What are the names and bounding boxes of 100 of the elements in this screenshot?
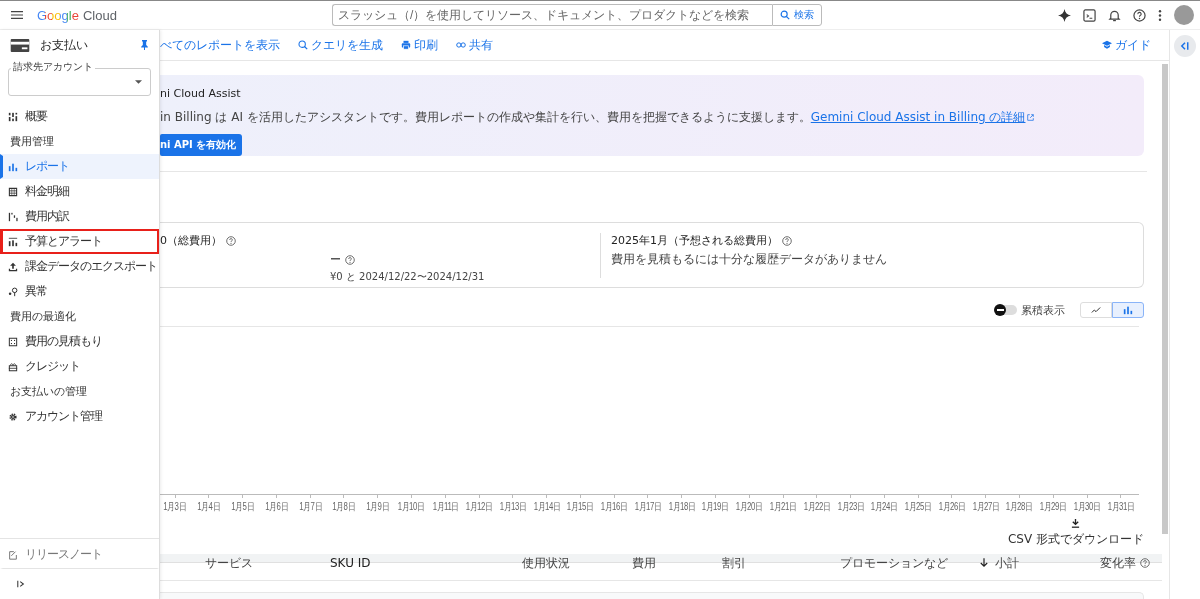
axis-label: 1月17日 — [634, 500, 662, 514]
help-icon[interactable] — [1133, 8, 1146, 22]
nav-item[interactable]: クレジット — [0, 354, 159, 379]
search-button[interactable]: 検索 — [771, 4, 822, 26]
nav-item[interactable]: アカウント管理 — [0, 404, 159, 429]
column-header[interactable]: 費用 — [632, 554, 656, 572]
billing-card-icon — [10, 38, 30, 52]
nav-item-icon — [8, 211, 18, 222]
nav-item[interactable]: 異常 — [0, 279, 159, 304]
column-header[interactable]: 小計 — [995, 554, 1019, 572]
account-label: 請求先アカウント — [11, 61, 95, 73]
release-notes-link[interactable]: リリースノート — [0, 539, 159, 569]
help-icon[interactable] — [226, 235, 236, 246]
axis-label: 1月27日 — [972, 500, 1000, 514]
banner-title: ni Cloud Assist — [160, 87, 241, 100]
enable-api-button[interactable]: ni API を有効化 — [160, 134, 243, 156]
help-icon[interactable] — [345, 254, 355, 265]
nav-item-icon — [8, 111, 18, 122]
menu-icon[interactable] — [11, 10, 23, 20]
cumulative-label: 累積表示 — [1021, 302, 1065, 318]
nav-item-icon — [8, 261, 18, 272]
axis-label: 1月8日 — [332, 500, 356, 514]
cumulative-toggle[interactable] — [995, 305, 1017, 315]
printer-icon — [401, 40, 411, 50]
toolbar-action[interactable]: クエリを生成 — [298, 36, 383, 54]
axis-label: 1月20日 — [735, 500, 763, 514]
axis-label: 1月10日 — [398, 500, 425, 514]
axis-label: 1月15日 — [567, 500, 594, 514]
banner-description: in Billing は AI を活用したアシスタントです。費用レポートの作成や集計を行い、費用を把握できるように支援します。 — [160, 109, 811, 126]
sidebar-title: お支払い — [40, 36, 88, 54]
chart-type-button[interactable] — [1112, 302, 1144, 318]
search-field[interactable]: スラッシュ（/）を使用してリソース、ドキュメント、プロダクトなどを検索 — [331, 4, 772, 26]
axis-label: 1月23日 — [837, 500, 864, 514]
column-header[interactable]: 使用状況 — [522, 554, 570, 572]
avatar[interactable] — [1174, 5, 1194, 25]
comparison-range: ¥0 と 2024/12/22〜2024/12/31 — [330, 270, 486, 284]
nav-item[interactable]: 予算とアラート — [0, 229, 159, 254]
guide-button[interactable]: ガイド — [1102, 36, 1151, 54]
column-header[interactable]: プロモーションなど — [840, 554, 948, 572]
bell-icon[interactable] — [1108, 8, 1121, 22]
pin-icon[interactable] — [140, 40, 149, 50]
download-icon — [1071, 519, 1081, 528]
nav-item-icon — [8, 361, 18, 372]
csv-download-button[interactable]: CSV 形式でダウンロード — [1007, 519, 1144, 548]
scrollbar[interactable] — [1162, 64, 1168, 534]
column-header[interactable]: 変化率 — [1100, 554, 1136, 572]
graduation-cap-icon — [1102, 40, 1112, 50]
toolbar-action[interactable]: 共有 — [456, 36, 493, 54]
column-header[interactable]: 割引 — [722, 554, 746, 572]
bar-chart-icon — [1123, 305, 1133, 315]
axis-label: 1月9日 — [366, 500, 390, 514]
nav-item[interactable]: 課金データのエクスポート — [0, 254, 159, 279]
link-icon — [456, 40, 466, 50]
axis-label: 1月13日 — [499, 500, 527, 514]
sort-arrow-icon[interactable] — [980, 558, 988, 568]
axis-label: 1月16日 — [600, 500, 628, 514]
axis-label: 1月3日 — [163, 500, 187, 514]
more-icon[interactable] — [1158, 8, 1162, 22]
axis-label: 1月30日 — [1073, 500, 1101, 514]
axis-label: 1月24日 — [871, 500, 898, 514]
line-chart-icon — [1091, 305, 1101, 315]
total-cost-label: 0（総費用） — [160, 233, 222, 248]
nav-item-icon — [8, 336, 18, 347]
nav-item-icon — [8, 161, 18, 172]
axis-label: 1月12日 — [465, 500, 493, 514]
toolbar-action[interactable]: 印刷 — [401, 36, 438, 54]
nav-section-heading: お支払いの管理 — [9, 384, 88, 400]
nav-item[interactable]: 費用の見積もり — [0, 329, 159, 354]
help-icon[interactable] — [782, 235, 792, 246]
axis-label: 1月7日 — [298, 500, 322, 514]
nav-item[interactable]: レポート — [0, 154, 159, 179]
axis-label: 1月22日 — [803, 500, 831, 514]
search-icon — [779, 10, 790, 20]
axis-label: 1月28日 — [1006, 500, 1033, 514]
column-header[interactable]: SKU ID — [330, 556, 371, 570]
nav-item-icon — [8, 236, 18, 247]
help-icon[interactable] — [1140, 558, 1150, 568]
nav-item-icon — [8, 286, 18, 297]
nav-item-icon — [8, 186, 18, 197]
query-icon — [298, 40, 308, 50]
nav-item[interactable]: 概要 — [0, 104, 159, 129]
axis-label: 1月26日 — [938, 500, 966, 514]
expand-icon[interactable] — [17, 580, 25, 588]
sparkle-icon[interactable] — [1058, 8, 1071, 22]
logo-product[interactable]: Cloud — [82, 7, 117, 23]
terminal-icon[interactable] — [1083, 8, 1096, 22]
forecast-message: 費用を見積もるには十分な履歴データがありません — [611, 251, 887, 268]
dropdown-caret-icon — [135, 80, 142, 84]
nav-item[interactable]: 費用内訳 — [0, 204, 159, 229]
axis-label: 1月21日 — [769, 500, 797, 514]
collapse-panel-icon[interactable] — [1174, 35, 1196, 57]
toolbar-action[interactable]: べてのレポートを表示 — [160, 36, 280, 54]
axis-label: 1月11日 — [432, 500, 459, 514]
axis-label: 1月25日 — [904, 500, 932, 514]
axis-label: 1月6日 — [265, 500, 288, 514]
learn-more-link[interactable]: Gemini Cloud Assist in Billing の詳細 — [810, 109, 1035, 126]
axis-label: 1月31日 — [1107, 500, 1135, 514]
nav-item[interactable]: 料金明細 — [0, 179, 159, 204]
axis-label: 1月5日 — [231, 500, 254, 514]
column-header[interactable]: サービス — [205, 554, 253, 572]
